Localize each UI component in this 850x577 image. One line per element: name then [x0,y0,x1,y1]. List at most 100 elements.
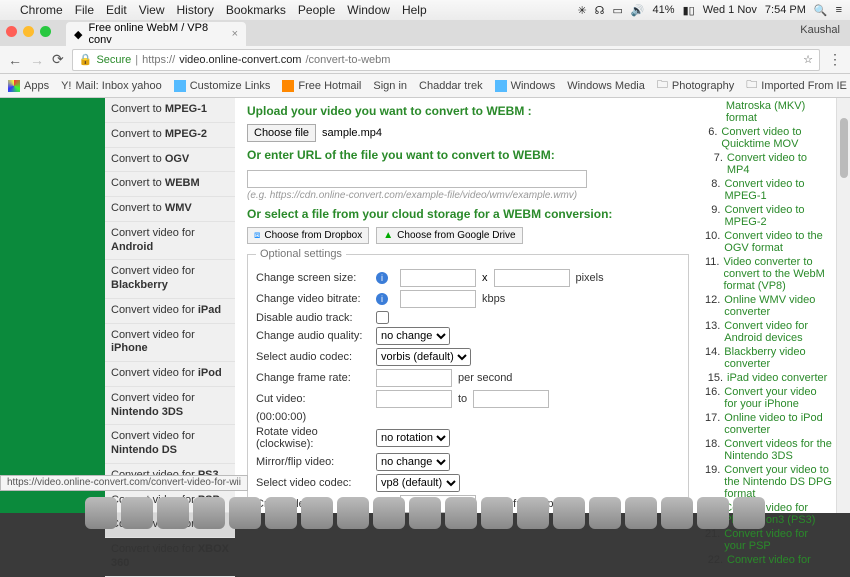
related-link[interactable]: iPad video converter [727,372,827,384]
dock-terminal-icon[interactable] [661,497,693,529]
related-link[interactable]: Matroska (MKV) format [726,100,832,124]
format-item[interactable]: Convert video for iPad [105,299,235,324]
wifi-icon[interactable]: ☊ [595,4,605,17]
format-item[interactable]: Convert video for Android [105,222,235,261]
mirror-select[interactable]: no change [376,453,450,471]
bookmark-apps[interactable]: Apps [8,80,49,92]
close-tab-icon[interactable]: × [232,28,238,40]
dock-appstore-icon[interactable] [553,497,585,529]
dock-safari-icon[interactable] [157,497,189,529]
dock-launchpad-icon[interactable] [121,497,153,529]
vcodec-select[interactable]: vp8 (default) [376,474,460,492]
info-icon[interactable]: i [376,272,388,284]
minimize-window-button[interactable] [23,26,34,37]
bookmark-star-icon[interactable]: ☆ [803,53,813,66]
dock-contacts-icon[interactable] [337,497,369,529]
width-input[interactable] [400,269,476,287]
audio-codec-select[interactable]: vorbis (default) [376,348,471,366]
related-link[interactable]: Convert video to Quicktime MOV [721,126,832,150]
format-item[interactable]: Convert to OGV [105,148,235,173]
bitrate-input[interactable] [400,290,476,308]
clock-time[interactable]: 7:54 PM [765,4,806,16]
dock-finder-icon[interactable] [85,497,117,529]
related-link[interactable]: Convert video for Android devices [724,320,832,344]
framerate-input[interactable] [376,369,452,387]
format-item[interactable]: Convert video for Nintendo 3DS [105,387,235,426]
vertical-scrollbar[interactable] [836,98,850,513]
bookmark-ie[interactable]: 🗀Imported From IE [746,76,847,95]
rotate-select[interactable]: no rotation [376,429,450,447]
dock-lightroom-icon[interactable] [589,497,621,529]
related-link[interactable]: Convert video for [727,554,811,566]
menu-bookmarks[interactable]: Bookmarks [226,3,286,17]
menu-window[interactable]: Window [347,3,390,17]
menu-history[interactable]: History [177,3,214,17]
menu-chrome[interactable]: Chrome [20,3,63,17]
profile-label[interactable]: Kaushal [800,24,840,36]
close-window-button[interactable] [6,26,17,37]
related-link[interactable]: Convert video to MPEG-2 [724,204,832,228]
dock-reminders-icon[interactable] [373,497,405,529]
format-item[interactable]: Convert video for Nintendo DS [105,425,235,464]
menu-help[interactable]: Help [402,3,427,17]
menu-people[interactable]: People [298,3,335,17]
height-input[interactable] [494,269,570,287]
format-item[interactable]: Convert video for Blackberry [105,260,235,299]
info-icon[interactable]: i [376,293,388,305]
related-link[interactable]: Convert video to MPEG-1 [724,178,832,202]
spotlight-icon[interactable]: 🔍 [814,4,828,17]
bookmark-hotmail[interactable]: Free Hotmail [282,80,361,92]
dock-trash-icon[interactable] [733,497,765,529]
dock-itunes-icon[interactable] [625,497,657,529]
bookmark-yahoo[interactable]: Y!Mail: Inbox yahoo [61,80,162,92]
format-item[interactable]: Convert to MPEG-1 [105,98,235,123]
bookmark-winmedia[interactable]: Windows Media [567,80,645,92]
related-link[interactable]: Online WMV video converter [724,294,832,318]
source-url-input[interactable] [247,170,587,188]
dock-systemprefs-icon[interactable] [697,497,729,529]
audio-quality-select[interactable]: no change [376,327,450,345]
bookmark-windows[interactable]: Windows [495,80,556,92]
volume-icon[interactable]: 🔊 [631,4,645,17]
display-icon[interactable]: ▭ [612,4,622,17]
menu-file[interactable]: File [75,3,94,17]
gdrive-button[interactable]: ▲Choose from Google Drive [376,227,522,244]
bookmark-photo[interactable]: 🗀Photography [657,76,734,95]
format-item[interactable]: Convert to WMV [105,197,235,222]
menu-edit[interactable]: Edit [106,3,127,17]
bluetooth-icon[interactable]: ✳ [577,4,586,17]
cut-from-input[interactable] [376,390,452,408]
dock-notes-icon[interactable] [265,497,297,529]
dock-messages-icon[interactable] [481,497,513,529]
reload-button[interactable]: ⟳ [52,51,64,68]
zoom-window-button[interactable] [40,26,51,37]
dropbox-button[interactable]: ⧈Choose from Dropbox [247,227,369,244]
url-field[interactable]: 🔒 Secure | https://video.online-convert.… [72,49,820,71]
format-item[interactable]: Convert to MPEG-2 [105,123,235,148]
dock-photos-icon[interactable] [445,497,477,529]
choose-file-button[interactable]: Choose file [247,124,316,142]
battery-icon[interactable]: ▮▯ [683,4,695,17]
format-item[interactable]: Convert video for XBOX 360 [105,538,235,577]
clock-date[interactable]: Wed 1 Nov [703,4,757,16]
menu-icon[interactable]: ≡ [836,4,842,16]
menu-button[interactable]: ⋮ [828,51,842,68]
related-link[interactable]: Blackberry video converter [724,346,832,370]
disable-audio-checkbox[interactable] [376,311,389,324]
cut-to-input[interactable] [473,390,549,408]
menu-view[interactable]: View [139,3,165,17]
dock-preview-icon[interactable] [409,497,441,529]
browser-tab[interactable]: ◆ Free online WebM / VP8 conv × [66,22,246,46]
related-link[interactable]: Video converter to convert to the WebM f… [723,256,832,292]
format-item[interactable]: Convert video for iPod [105,362,235,387]
dock-maps-icon[interactable] [517,497,549,529]
bookmark-trek[interactable]: Chaddar trek [419,80,483,92]
related-link[interactable]: Convert video to MP4 [727,152,832,176]
bookmark-signin[interactable]: Sign in [373,80,407,92]
format-item[interactable]: Convert video for iPhone [105,324,235,363]
bookmark-customize[interactable]: Customize Links [174,80,271,92]
scrollbar-thumb[interactable] [840,118,848,178]
related-link[interactable]: Convert video to the OGV format [724,230,832,254]
dock-calendar-icon[interactable] [301,497,333,529]
forward-button[interactable]: → [30,52,44,68]
